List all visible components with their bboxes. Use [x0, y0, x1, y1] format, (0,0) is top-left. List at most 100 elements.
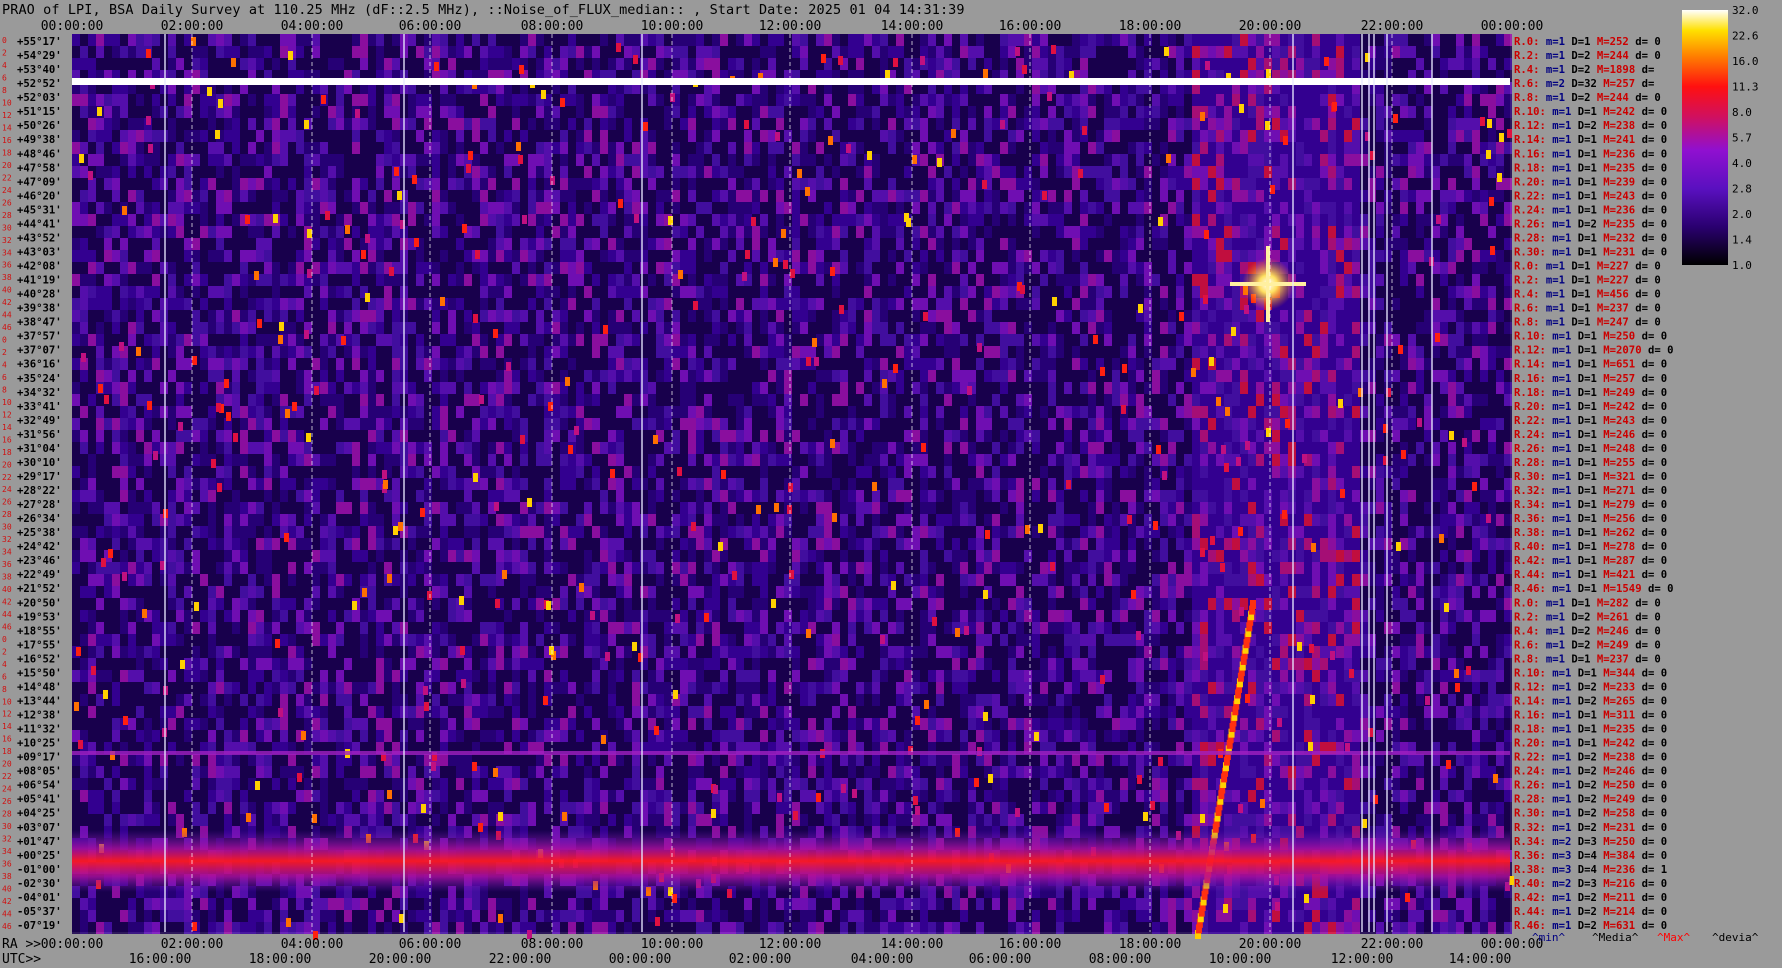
heatmap-cell — [776, 58, 784, 70]
heatmap-cell — [736, 322, 744, 334]
heatmap-cell — [1096, 178, 1104, 190]
heatmap-cell — [520, 286, 528, 298]
heatmap-cell — [584, 118, 592, 130]
heatmap-cell — [1472, 274, 1480, 286]
heatmap-cell — [1456, 154, 1464, 166]
heatmap-cell — [408, 262, 416, 274]
heatmap-cell — [1192, 166, 1200, 178]
heatmap-cell — [896, 34, 904, 46]
heatmap-cell — [1400, 214, 1408, 226]
heatmap-cell — [1192, 346, 1200, 358]
heatmap-cell — [304, 250, 312, 262]
heatmap-cell — [112, 226, 120, 238]
heatmap-cell — [920, 130, 928, 142]
heatmap-cell — [1440, 346, 1448, 358]
heatmap-cell — [1360, 34, 1368, 46]
heatmap-cell — [1312, 58, 1320, 70]
heatmap-cell — [1384, 106, 1392, 118]
heatmap-cell — [608, 202, 616, 214]
heatmap-cell — [272, 346, 280, 358]
heatmap-cell — [1312, 142, 1320, 154]
heatmap-cell — [640, 94, 648, 106]
heatmap-cell — [568, 178, 576, 190]
heatmap-cell — [1104, 34, 1112, 46]
heatmap-cell — [704, 274, 712, 286]
heatmap-cell — [1160, 178, 1168, 190]
heatmap-cell — [464, 346, 472, 358]
heatmap-cell — [504, 106, 512, 118]
heatmap-cell — [440, 58, 448, 70]
heatmap-cell — [760, 262, 768, 274]
heatmap-cell — [496, 214, 504, 226]
heatmap-cell — [1144, 226, 1152, 238]
heatmap-cell — [1240, 154, 1248, 166]
heatmap-cell — [664, 358, 672, 370]
heatmap-cell — [504, 322, 512, 334]
heatmap-cell — [408, 322, 416, 334]
heatmap-cell — [1072, 46, 1080, 58]
heatmap-cell — [1032, 94, 1040, 106]
heatmap-cell — [1504, 346, 1512, 358]
heatmap-cell — [872, 142, 880, 154]
heatmap-cell — [1288, 166, 1296, 178]
heatmap-cell — [192, 118, 200, 130]
heatmap-cell — [1496, 274, 1504, 286]
heatmap-cell — [528, 130, 536, 142]
heatmap-cell — [1176, 226, 1184, 238]
heatmap-cell — [840, 274, 848, 286]
heatmap-cell — [576, 334, 584, 346]
heatmap-cell — [1344, 154, 1352, 166]
heatmap-cell — [440, 34, 448, 46]
heatmap-cell — [896, 286, 904, 298]
heatmap-cell — [1048, 250, 1056, 262]
heatmap-cell — [1216, 214, 1224, 226]
heatmap-cell — [1040, 226, 1048, 238]
heatmap-cell — [1304, 298, 1312, 310]
heatmap-cell — [832, 310, 840, 322]
heatmap-cell — [880, 190, 888, 202]
heatmap-cell — [864, 34, 872, 46]
heatmap-cell — [520, 94, 528, 106]
heatmap-cell — [1432, 142, 1440, 154]
heatmap-cell — [696, 214, 704, 226]
heatmap-cell — [1376, 250, 1384, 262]
heatmap-cell — [752, 34, 760, 46]
heatmap-cell — [1088, 214, 1096, 226]
heatmap-cell — [616, 226, 624, 238]
heatmap-cell — [1296, 334, 1304, 346]
heatmap-cell — [1280, 310, 1288, 322]
heatmap-cell — [480, 358, 488, 370]
heatmap-cell — [1072, 202, 1080, 214]
heatmap-cell — [328, 34, 336, 46]
heatmap-cell — [968, 130, 976, 142]
heatmap-cell — [168, 250, 176, 262]
heatmap-cell — [528, 286, 536, 298]
heatmap-cell — [1192, 334, 1200, 346]
heatmap-cell — [272, 94, 280, 106]
heatmap-cell — [392, 334, 400, 346]
heatmap-cell — [1168, 274, 1176, 286]
heatmap-cell — [1344, 334, 1352, 346]
heatmap-cell — [608, 298, 616, 310]
heatmap-cell — [752, 274, 760, 286]
heatmap-cell — [840, 190, 848, 202]
heatmap-cell — [648, 94, 656, 106]
heatmap-cell — [128, 178, 136, 190]
heatmap-cell — [544, 310, 552, 322]
heatmap-cell — [1040, 274, 1048, 286]
heatmap-cell — [1008, 274, 1016, 286]
heatmap-cell — [296, 334, 304, 346]
heatmap-cell — [496, 154, 504, 166]
heatmap-cell — [200, 334, 208, 346]
heatmap-cell — [1392, 154, 1400, 166]
heatmap-cell — [328, 154, 336, 166]
heatmap-cell — [1112, 34, 1120, 46]
heatmap-cell — [808, 166, 816, 178]
heatmap-cell — [1088, 238, 1096, 250]
heatmap-cell — [1504, 178, 1512, 190]
heatmap-cell — [1136, 106, 1144, 118]
heatmap-cell — [1080, 46, 1088, 58]
heatmap-cell — [1464, 142, 1472, 154]
heatmap-cell — [1248, 214, 1256, 226]
heatmap-cell — [1456, 34, 1464, 46]
